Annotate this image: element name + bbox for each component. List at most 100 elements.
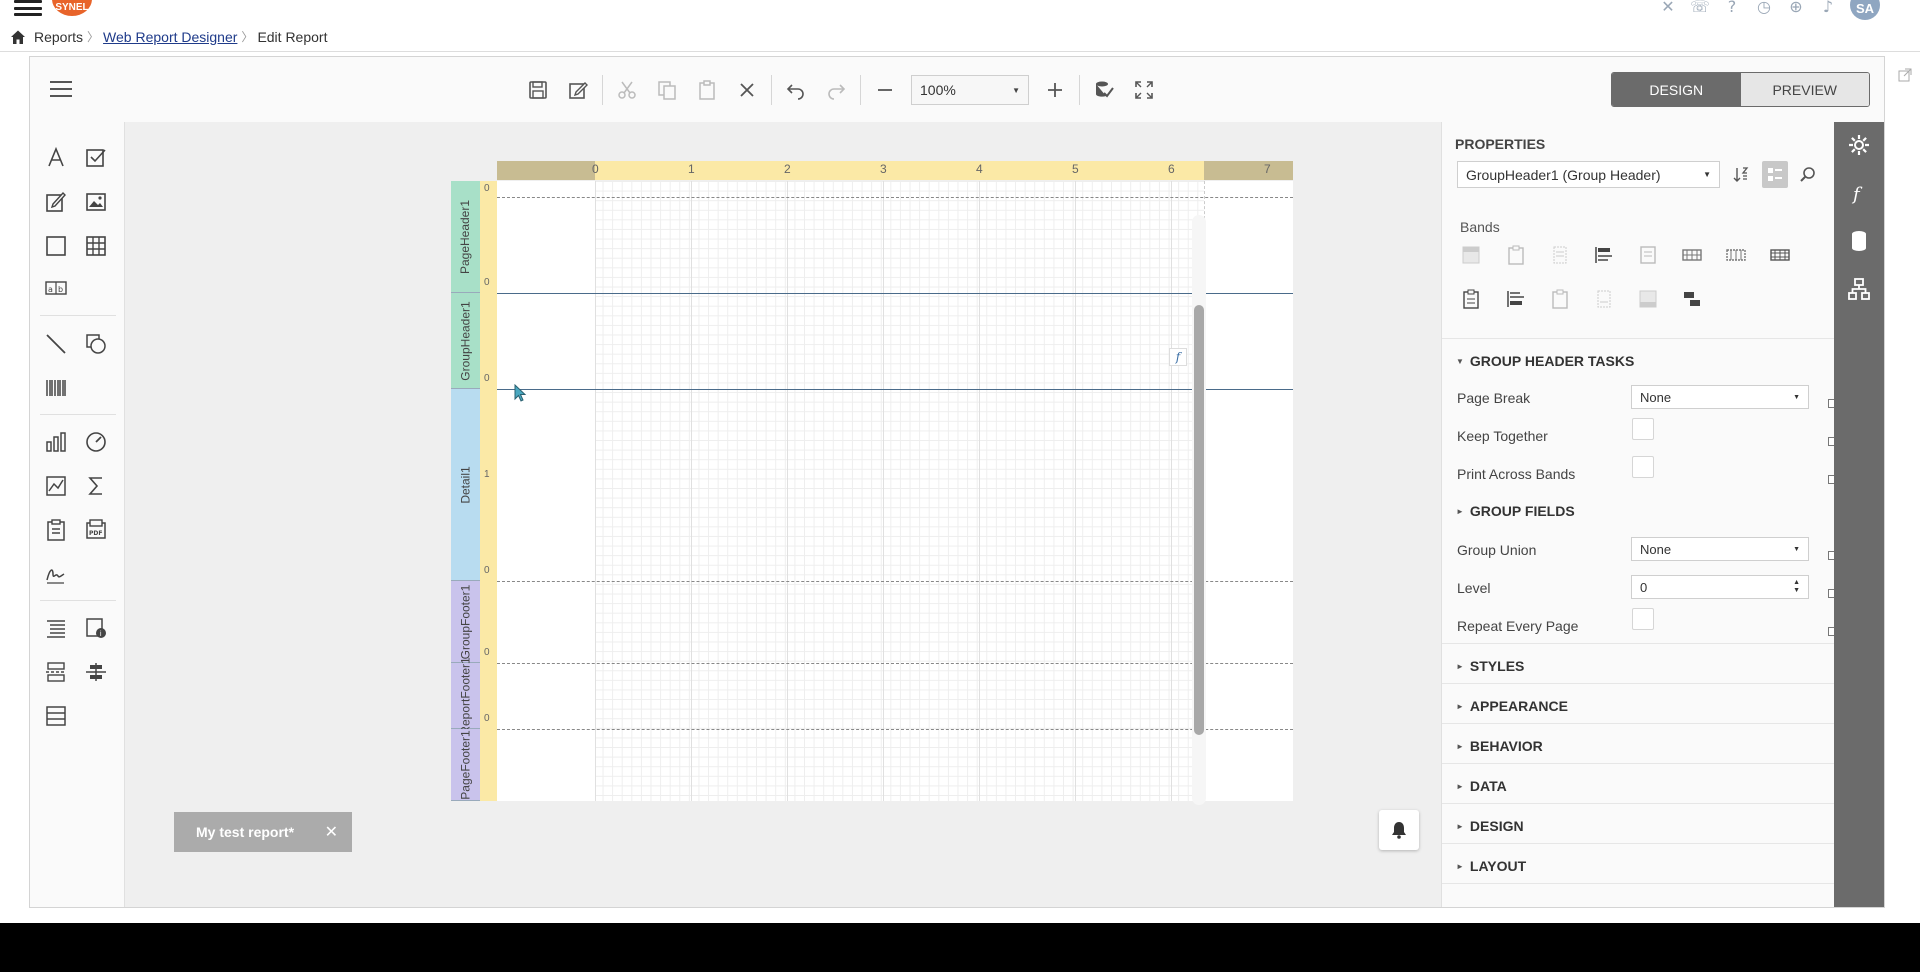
- home-icon[interactable]: [10, 29, 26, 45]
- copy-button[interactable]: [647, 73, 687, 107]
- band-boundary[interactable]: [497, 581, 1293, 582]
- expressions-side-tab[interactable]: f: [1834, 170, 1884, 216]
- external-link-icon[interactable]: [1898, 68, 1912, 82]
- preview-tab[interactable]: PREVIEW: [1740, 73, 1869, 106]
- vertical-scrollbar[interactable]: [1192, 215, 1206, 805]
- page-break-select[interactable]: None ▼: [1631, 385, 1809, 409]
- keep-together-checkbox[interactable]: [1632, 418, 1654, 440]
- group-fields-section[interactable]: ► GROUP FIELDS: [1456, 503, 1575, 519]
- vertical-detail-band-icon[interactable]: [1766, 241, 1794, 269]
- help-icon[interactable]: ?: [1722, 0, 1742, 16]
- band-boundary[interactable]: [497, 197, 1293, 198]
- level-stepper[interactable]: 0 ▲ ▼: [1631, 575, 1809, 599]
- expression-icon[interactable]: f: [1169, 348, 1187, 366]
- band-label-page-header[interactable]: PageHeader1: [451, 181, 480, 293]
- avatar[interactable]: SA: [1850, 0, 1880, 20]
- breadcrumb-web-report-designer[interactable]: Web Report Designer: [103, 29, 237, 45]
- search-properties-button[interactable]: [1795, 161, 1821, 188]
- repeat-every-page-checkbox[interactable]: [1632, 608, 1654, 630]
- page-info-tool[interactable]: i: [80, 612, 112, 644]
- delete-button[interactable]: [727, 73, 767, 107]
- layout-section[interactable]: ► LAYOUT: [1456, 858, 1526, 874]
- object-selector[interactable]: GroupHeader1 (Group Header) ▼: [1457, 161, 1720, 188]
- validate-bindings-button[interactable]: [1084, 73, 1124, 107]
- report-tab[interactable]: My test report* ✕: [174, 812, 352, 852]
- report-footer-band-icon[interactable]: [1502, 285, 1530, 313]
- character-comb-tool[interactable]: ab: [40, 272, 72, 304]
- band-boundary[interactable]: [497, 663, 1293, 664]
- phone-icon[interactable]: ☏: [1690, 0, 1710, 16]
- band-boundary[interactable]: [497, 729, 1293, 730]
- stepper-arrows-icon[interactable]: ▲ ▼: [1793, 579, 1800, 595]
- band-label-group-footer[interactable]: GroupFooter1: [451, 581, 480, 663]
- table-tool[interactable]: [80, 230, 112, 262]
- group-union-select[interactable]: None ▼: [1631, 537, 1809, 561]
- appearance-section[interactable]: ► APPEARANCE: [1456, 698, 1568, 714]
- notifications-button[interactable]: [1379, 810, 1419, 850]
- label-tool[interactable]: [40, 142, 72, 174]
- properties-side-tab[interactable]: [1834, 122, 1884, 168]
- design-tab[interactable]: DESIGN: [1612, 73, 1741, 106]
- save-button[interactable]: [518, 73, 558, 107]
- top-margin-band-icon[interactable]: [1457, 241, 1485, 269]
- report-explorer-side-tab[interactable]: [1834, 266, 1884, 312]
- band-boundary-selected-bottom[interactable]: [497, 389, 1293, 390]
- sparkline-tool[interactable]: [40, 470, 72, 502]
- line-tool[interactable]: [40, 328, 72, 360]
- sort-alphabetically-button[interactable]: [1728, 161, 1754, 188]
- band-label-group-header[interactable]: GroupHeader1: [451, 293, 480, 389]
- design-section[interactable]: ► DESIGN: [1456, 818, 1524, 834]
- zoom-select[interactable]: 100% ▼: [911, 75, 1029, 105]
- share-icon[interactable]: ✕: [1658, 0, 1678, 16]
- undo-button[interactable]: [776, 73, 816, 107]
- group-footer-band-icon[interactable]: [1457, 285, 1485, 313]
- shape-tool[interactable]: [80, 328, 112, 360]
- main-menu-icon[interactable]: [14, 0, 42, 16]
- detail-report-band-icon[interactable]: [1678, 241, 1706, 269]
- bottom-margin-band-icon[interactable]: [1590, 285, 1618, 313]
- zoom-out-button[interactable]: [865, 73, 905, 107]
- breadcrumb-reports[interactable]: Reports: [34, 29, 83, 45]
- summary-tool[interactable]: [80, 470, 112, 502]
- fullscreen-button[interactable]: [1124, 73, 1164, 107]
- bell-icon[interactable]: ♪: [1818, 0, 1838, 16]
- panel-tool[interactable]: [40, 230, 72, 262]
- page-footer-band-icon[interactable]: [1546, 285, 1574, 313]
- table-of-contents-tool[interactable]: [40, 612, 72, 644]
- vertical-total-band-icon[interactable]: [1678, 285, 1706, 313]
- detail-band-icon[interactable]: [1634, 241, 1662, 269]
- gauge-tool[interactable]: [80, 426, 112, 458]
- field-list-side-tab[interactable]: [1834, 218, 1884, 264]
- subreport-tool[interactable]: [40, 514, 72, 546]
- sub-band-icon[interactable]: [1634, 285, 1662, 313]
- band-label-page-footer[interactable]: PageFooter1: [451, 729, 480, 801]
- band-label-detail[interactable]: Detail1: [451, 389, 480, 581]
- page-break-tool[interactable]: [40, 656, 72, 688]
- edit-button[interactable]: [558, 73, 598, 107]
- chart-tool[interactable]: [40, 426, 72, 458]
- page-header-band-icon[interactable]: [1546, 241, 1574, 269]
- barcode-tool[interactable]: [40, 372, 72, 404]
- cross-band-box-tool[interactable]: [40, 700, 72, 732]
- company-logo[interactable]: SYNEL: [52, 0, 92, 16]
- band-label-report-footer[interactable]: ReportFooter1: [451, 657, 480, 734]
- categorized-view-button[interactable]: [1762, 161, 1788, 188]
- styles-section[interactable]: ► STYLES: [1456, 658, 1524, 674]
- vertical-header-band-icon[interactable]: [1722, 241, 1750, 269]
- scrollbar-thumb[interactable]: [1194, 305, 1204, 735]
- design-surface[interactable]: 0 1 2 3 4 5 6 7 PageHeader1 GroupHeader1…: [125, 122, 1441, 907]
- globe-icon[interactable]: ⊕: [1786, 0, 1806, 16]
- designer-menu-icon[interactable]: [50, 81, 72, 97]
- rich-text-tool[interactable]: [40, 186, 72, 218]
- pdf-content-tool[interactable]: PDF: [80, 514, 112, 546]
- checkbox-tool[interactable]: [80, 142, 112, 174]
- redo-button[interactable]: [816, 73, 856, 107]
- print-across-bands-checkbox[interactable]: [1632, 456, 1654, 478]
- close-tab-button[interactable]: ✕: [325, 822, 338, 842]
- cross-band-line-tool[interactable]: [80, 656, 112, 688]
- report-header-band-icon[interactable]: [1502, 241, 1530, 269]
- zoom-in-button[interactable]: [1035, 73, 1075, 107]
- behavior-section[interactable]: ► BEHAVIOR: [1456, 738, 1543, 754]
- band-boundary-selected-top[interactable]: [497, 293, 1293, 294]
- data-section[interactable]: ► DATA: [1456, 778, 1507, 794]
